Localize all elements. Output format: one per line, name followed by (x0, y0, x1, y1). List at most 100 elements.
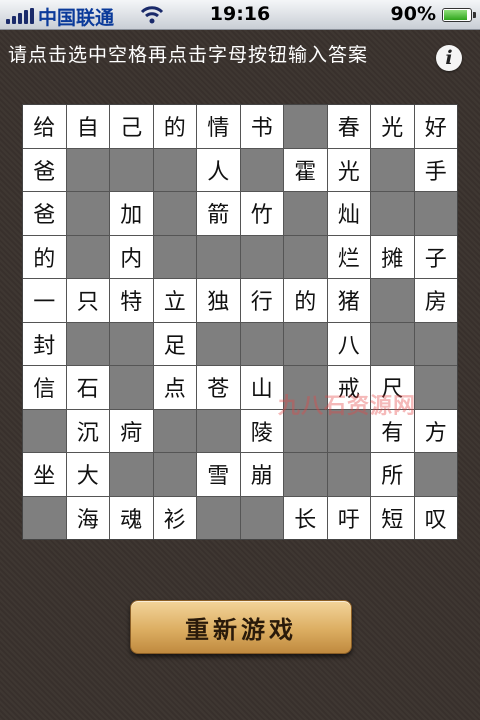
status-bar: 中国联通 19:16 90% (0, 0, 480, 30)
grid-cell[interactable]: 手 (414, 148, 457, 191)
grid-cell[interactable]: 信 (23, 366, 66, 409)
grid-cell[interactable]: 的 (23, 235, 66, 278)
grid-cell[interactable]: 陵 (240, 409, 283, 452)
grid-cell[interactable]: 爸 (23, 192, 66, 235)
grid-cell[interactable]: 疴 (110, 409, 153, 452)
blocked-cell (66, 148, 109, 191)
grid-cell[interactable]: 沉 (66, 409, 109, 452)
info-button[interactable]: i (436, 45, 462, 71)
blocked-cell (197, 235, 240, 278)
grid-cell[interactable]: 足 (153, 322, 196, 365)
blocked-cell (284, 235, 327, 278)
grid-cell[interactable]: 爸 (23, 148, 66, 191)
blocked-cell (414, 453, 457, 496)
grid-cell[interactable]: 封 (23, 322, 66, 365)
grid-cell[interactable]: 立 (153, 279, 196, 322)
grid-cell[interactable]: 箭 (197, 192, 240, 235)
blocked-cell (371, 192, 414, 235)
grid-cell[interactable]: 光 (371, 105, 414, 148)
battery-percent: 90% (390, 3, 436, 25)
blocked-cell (197, 496, 240, 539)
grid-cell[interactable]: 情 (197, 105, 240, 148)
grid-cell[interactable]: 点 (153, 366, 196, 409)
blocked-cell (240, 235, 283, 278)
grid-cell[interactable]: 吁 (327, 496, 370, 539)
grid-cell[interactable]: 所 (371, 453, 414, 496)
grid-cell[interactable]: 苍 (197, 366, 240, 409)
blocked-cell (197, 409, 240, 452)
grid-cell[interactable]: 给 (23, 105, 66, 148)
grid-cell[interactable]: 光 (327, 148, 370, 191)
blocked-cell (197, 322, 240, 365)
grid-cell[interactable]: 山 (240, 366, 283, 409)
grid-cell[interactable]: 猪 (327, 279, 370, 322)
blocked-cell (414, 322, 457, 365)
restart-game-button[interactable]: 重新游戏 (130, 600, 352, 654)
grid-cell[interactable]: 灿 (327, 192, 370, 235)
grid-cell[interactable]: 独 (197, 279, 240, 322)
grid-cell[interactable]: 大 (66, 453, 109, 496)
blocked-cell (284, 192, 327, 235)
grid-cell[interactable]: 衫 (153, 496, 196, 539)
blocked-cell (240, 322, 283, 365)
blocked-cell (371, 148, 414, 191)
blocked-cell (110, 453, 153, 496)
grid-cell[interactable]: 坐 (23, 453, 66, 496)
blocked-cell (414, 366, 457, 409)
grid-cell[interactable]: 雪 (197, 453, 240, 496)
blocked-cell (110, 322, 153, 365)
grid-cell[interactable]: 叹 (414, 496, 457, 539)
blocked-cell (66, 192, 109, 235)
grid-cell[interactable]: 人 (197, 148, 240, 191)
blocked-cell (153, 409, 196, 452)
grid-cell[interactable]: 短 (371, 496, 414, 539)
grid-cell[interactable]: 只 (66, 279, 109, 322)
grid-cell[interactable]: 春 (327, 105, 370, 148)
grid-cell[interactable]: 魂 (110, 496, 153, 539)
grid-cell[interactable]: 好 (414, 105, 457, 148)
grid-cell[interactable]: 加 (110, 192, 153, 235)
grid-cell[interactable]: 摊 (371, 235, 414, 278)
blocked-cell (110, 148, 153, 191)
blocked-cell (23, 496, 66, 539)
blocked-cell (371, 279, 414, 322)
grid-cell[interactable]: 八 (327, 322, 370, 365)
grid-cell[interactable]: 的 (284, 279, 327, 322)
grid-cell[interactable]: 己 (110, 105, 153, 148)
blocked-cell (23, 409, 66, 452)
grid-cell[interactable]: 烂 (327, 235, 370, 278)
grid-cell[interactable]: 霍 (284, 148, 327, 191)
grid-cell[interactable]: 一 (23, 279, 66, 322)
grid-cell[interactable]: 行 (240, 279, 283, 322)
blocked-cell (284, 453, 327, 496)
grid-cell[interactable]: 房 (414, 279, 457, 322)
watermark: 九八石资源网 (278, 394, 417, 419)
instruction-text: 请点击选中空格再点击字母按钮输入答案 (8, 44, 369, 66)
grid-cell[interactable]: 海 (66, 496, 109, 539)
battery-level (444, 10, 467, 20)
blocked-cell (153, 148, 196, 191)
blocked-cell (414, 192, 457, 235)
blocked-cell (240, 148, 283, 191)
battery-icon (442, 8, 476, 22)
grid-cell[interactable]: 内 (110, 235, 153, 278)
grid-cell[interactable]: 方 (414, 409, 457, 452)
blocked-cell (284, 105, 327, 148)
grid-cell[interactable]: 子 (414, 235, 457, 278)
grid-cell[interactable]: 石 (66, 366, 109, 409)
blocked-cell (371, 322, 414, 365)
blocked-cell (327, 453, 370, 496)
grid-cell[interactable]: 书 (240, 105, 283, 148)
grid-cell[interactable]: 的 (153, 105, 196, 148)
blocked-cell (240, 496, 283, 539)
blocked-cell (110, 366, 153, 409)
grid-cell[interactable]: 特 (110, 279, 153, 322)
grid-cell[interactable]: 竹 (240, 192, 283, 235)
crossword-grid: 给自己的情书春光好爸人霍光手爸加箭竹灿的内烂摊子一只特立独行的猪房封足八信石点苍… (22, 104, 458, 540)
blocked-cell (284, 322, 327, 365)
grid-cell[interactable]: 长 (284, 496, 327, 539)
blocked-cell (66, 322, 109, 365)
grid-cell[interactable]: 自 (66, 105, 109, 148)
grid-cell[interactable]: 崩 (240, 453, 283, 496)
blocked-cell (153, 453, 196, 496)
